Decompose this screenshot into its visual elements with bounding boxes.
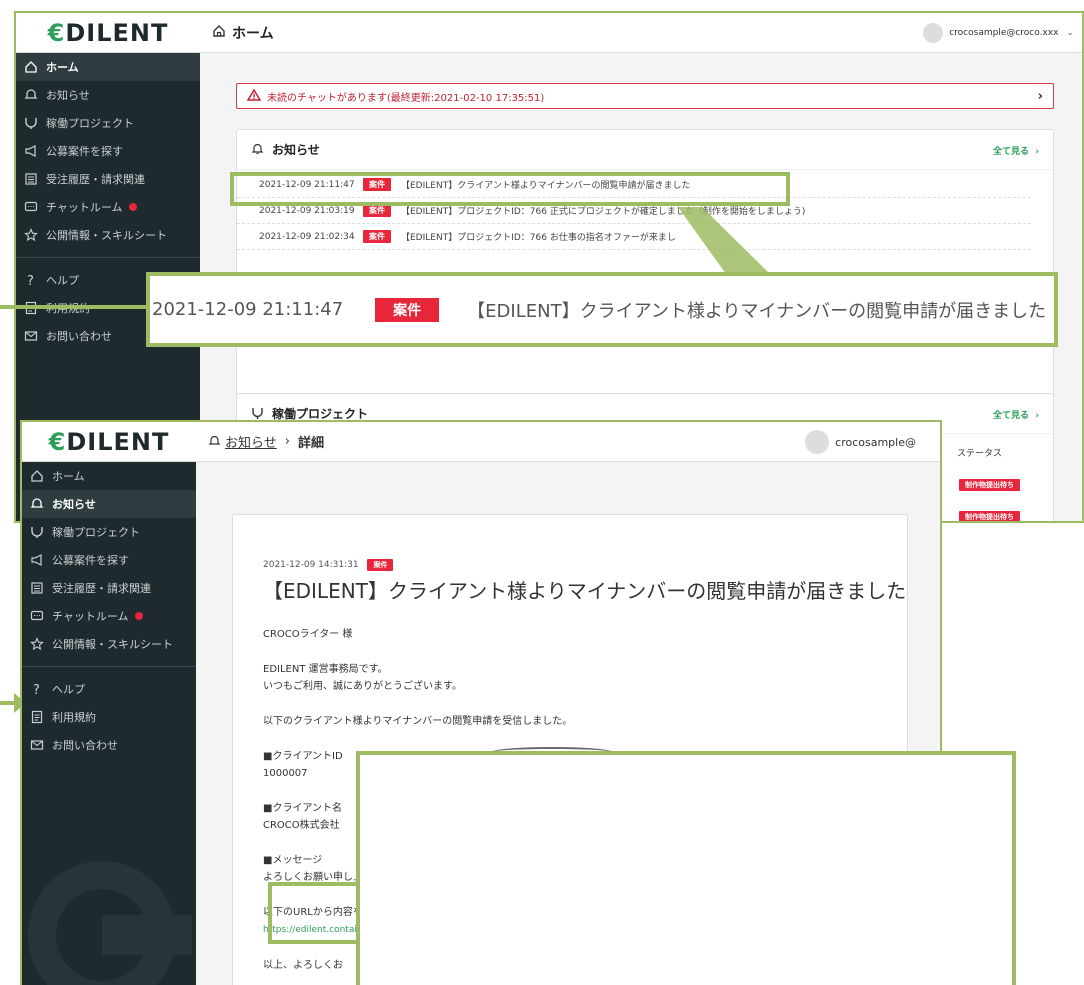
breadcrumb-separator: › — [284, 434, 290, 449]
sidebar-item-label: ホーム — [52, 470, 85, 483]
nav-divider — [22, 666, 196, 667]
sidebar-item-label: お知らせ — [52, 498, 96, 511]
list-icon — [30, 581, 44, 595]
sidebar-item[interactable]: お問い合わせ — [22, 731, 196, 759]
sidebar-item-label: 公募案件を探す — [52, 554, 129, 567]
clipped-text-fragment — [492, 747, 612, 757]
sidebar-item-label: お問い合わせ — [52, 739, 118, 752]
notice-title[interactable]: 【EDILENT】クライアント様よりマイナンバーの閲覧申請が届きました — [467, 297, 1046, 323]
home-icon — [30, 469, 44, 483]
sidebar-item[interactable]: ホーム — [22, 462, 196, 490]
sidebar-item[interactable]: お知らせ — [22, 490, 196, 518]
bell-icon — [30, 497, 44, 511]
greeting: CROCOライター 様 — [263, 629, 353, 640]
case-badge: 案件 — [375, 297, 440, 322]
zoom-callout: 2021-12-09 21:11:47 案件 【EDILENT】クライアント様よ… — [146, 272, 1058, 347]
case-badge: 案件 — [367, 559, 394, 571]
detail-meta: 2021-12-09 14:31:31 案件 — [263, 559, 907, 571]
sidebar-item-label: チャットルーム — [52, 610, 129, 623]
detail-date: 2021-12-09 14:31:31 — [263, 560, 359, 570]
logo[interactable]: €DILENT — [22, 422, 196, 462]
bottom-callout — [356, 747, 1016, 985]
sidebar-item[interactable]: 公募案件を探す — [22, 546, 196, 574]
question-icon: ? — [30, 682, 44, 696]
avatar — [805, 430, 830, 454]
breadcrumb-notices-link[interactable]: お知らせ — [225, 432, 277, 451]
body-text: 以下のクライアント様よりマイナンバーの閲覧申請を受信しました。 — [263, 716, 573, 727]
fork-icon — [30, 525, 44, 539]
user-menu[interactable]: crocosample@ — [805, 430, 916, 454]
bell-icon — [208, 432, 221, 451]
document-icon — [30, 710, 44, 724]
notice-date: 2021-12-09 21:11:47 — [152, 299, 344, 320]
detail-title: 【EDILENT】クライアント様よりマイナンバーの閲覧申請が届きました — [263, 579, 907, 603]
sidebar-item[interactable]: 稼働プロジェクト — [22, 518, 196, 546]
chat-icon — [30, 609, 44, 623]
sidebar-item-label: 利用規約 — [52, 711, 96, 724]
sidebar-item[interactable]: チャットルーム — [22, 602, 196, 630]
page-header: お知らせ › 詳細 crocosample@ — [196, 422, 940, 462]
mail-icon — [30, 738, 44, 752]
sidebar-item[interactable]: 受注履歴・請求関連 — [22, 574, 196, 602]
megaphone-icon — [30, 553, 44, 567]
sidebar-item-label: ヘルプ — [52, 683, 85, 696]
star-icon — [30, 637, 44, 651]
sidebar-item-label: 稼働プロジェクト — [52, 526, 140, 539]
unread-dot — [134, 612, 143, 620]
sidebar: €DILENT ホームお知らせ稼働プロジェクト 公募案件を探す受注履歴・請求関連チ… — [22, 422, 196, 985]
breadcrumb-current: 詳細 — [297, 436, 324, 451]
sidebar-item[interactable]: 公開情報・スキルシート — [22, 630, 196, 658]
sidebar-item-label: 公開情報・スキルシート — [52, 638, 173, 651]
sidebar-item[interactable]: 利用規約 — [22, 703, 196, 731]
intro: EDILENT 運営事務局です。 いつもご利用、誠にありがとうございます。 — [263, 664, 462, 692]
svg-text:?: ? — [33, 683, 40, 696]
sidebar-item[interactable]: ? ヘルプ — [22, 675, 196, 703]
user-email: crocosample@ — [835, 435, 916, 449]
logo-watermark — [28, 861, 192, 985]
sidebar-item-label: 受注履歴・請求関連 — [52, 582, 151, 595]
